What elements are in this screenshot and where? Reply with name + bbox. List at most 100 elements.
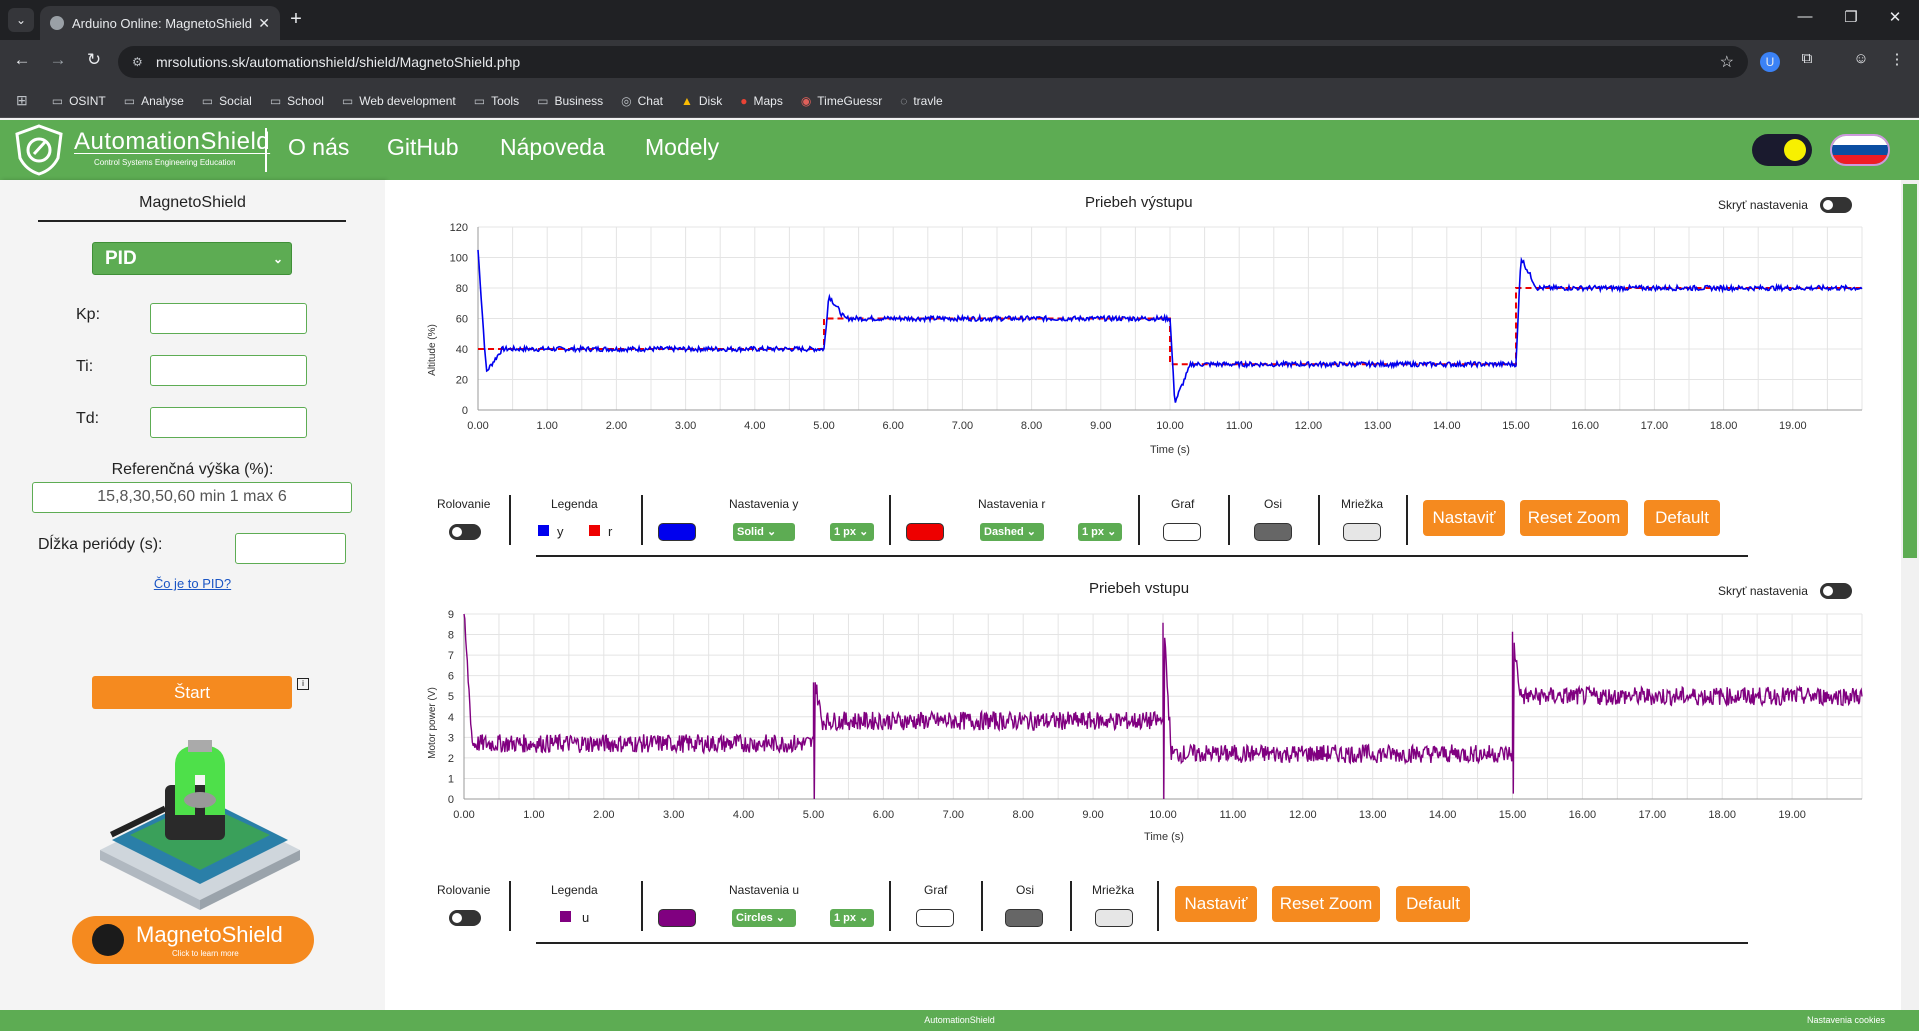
c2-rolovanie-label: Rolovanie [437, 883, 491, 897]
browser-tab[interactable]: Arduino Online: MagnetoShield ✕ [40, 6, 280, 40]
footer-center-text[interactable]: AutomationShield [0, 1015, 1919, 1025]
nav-napoveda[interactable]: Nápoveda [500, 134, 605, 161]
c2-xtick-label: 8.00 [1012, 809, 1033, 821]
u-width-select[interactable]: 1 px ⌄ [830, 909, 874, 927]
legend-y-swatch[interactable] [538, 525, 549, 536]
c1-xtick-label: 11.00 [1226, 420, 1253, 432]
automationshield-logo-icon[interactable] [14, 124, 64, 176]
u-style-select[interactable]: Circles ⌄ [732, 909, 796, 927]
more-menu-icon[interactable]: ⋮ [1886, 50, 1908, 72]
ti-input[interactable] [150, 355, 307, 386]
apps-grid-icon[interactable]: ⊞ [16, 92, 28, 109]
cookie-settings-link[interactable]: Nastavenia cookies [1807, 1015, 1885, 1025]
site-info-icon[interactable]: ⚙ [132, 55, 146, 69]
c2-ytick-label: 8 [448, 630, 454, 642]
c2-osi-color-picker[interactable] [1005, 909, 1043, 927]
legend-u-swatch[interactable] [560, 911, 571, 922]
start-button[interactable]: Štart [92, 676, 292, 709]
bookmark-disk[interactable]: ▲ Disk [681, 94, 722, 108]
bookmark-analyse[interactable]: ▭ Analyse [124, 94, 184, 108]
forward-icon[interactable]: → [46, 50, 70, 70]
r-width-select[interactable]: 1 px ⌄ [1078, 523, 1122, 541]
output-chart[interactable]: 0 20 40 60 80 100 120 0.00 1.00 2.00 3.00 4.00 5.00 6… [420, 215, 1870, 465]
bookmark-timeguessr[interactable]: ◉ TimeGuessr [801, 94, 882, 108]
c2-osi-label: Osi [1016, 883, 1034, 897]
c1-osi-label: Osi [1264, 497, 1282, 511]
bookmark-travle[interactable]: ◌ travle [900, 94, 942, 108]
bookmark-business[interactable]: ▭ Business [537, 94, 603, 108]
minimize-icon[interactable]: — [1790, 8, 1820, 25]
logo-text[interactable]: AutomationShield Control Systems Enginee… [74, 128, 270, 167]
nav-o-nas[interactable]: O nás [288, 134, 349, 161]
c2-nastavit-button[interactable]: Nastaviť [1175, 886, 1257, 922]
nav-github[interactable]: GitHub [387, 134, 459, 161]
url-input[interactable]: ⚙ mrsolutions.sk/automationshield/shield… [118, 46, 1748, 78]
chat-icon: ◎ [621, 93, 632, 108]
c1-divider-4 [1138, 495, 1140, 545]
c2-legenda-label: Legenda [551, 883, 598, 897]
c2-graf-color-picker[interactable] [916, 909, 954, 927]
bookmark-chat[interactable]: ◎ Chat [621, 94, 663, 108]
nav-modely[interactable]: Modely [645, 134, 719, 161]
tab-search-icon[interactable]: ⌄ [8, 8, 34, 32]
c1-xtick-label: 19.00 [1779, 420, 1807, 432]
c1-default-button[interactable]: Default [1644, 500, 1720, 536]
bookmark-maps[interactable]: ● Maps [740, 94, 783, 108]
extensions-icon[interactable]: ⧉ [1796, 50, 1818, 72]
c2-xtick-label: 11.00 [1220, 809, 1247, 821]
github-button-subtext: Click to learn more [172, 949, 239, 958]
input-chart[interactable]: 0 1 2 3 4 5 6 7 8 9 0.00 1.00 2.00 3.00 4.00 5.00 6.00 7.… [420, 600, 1870, 850]
bookmark-star-icon[interactable]: ☆ [1720, 52, 1734, 72]
c1-mriezka-color-picker[interactable] [1343, 523, 1381, 541]
c1-graf-color-picker[interactable] [1163, 523, 1201, 541]
close-tab-icon[interactable]: ✕ [258, 15, 270, 32]
chart2-hide-settings-toggle[interactable] [1820, 583, 1852, 599]
c2-xtick-label: 2.00 [593, 809, 614, 821]
magnetoshield-github-button[interactable]: MagnetoShield Click to learn more [72, 916, 314, 964]
controller-select[interactable]: PID ⌄ [92, 242, 292, 275]
c2-reset-zoom-button[interactable]: Reset Zoom [1272, 886, 1380, 922]
c2-rolovanie-toggle[interactable] [449, 910, 481, 926]
profile-icon[interactable]: ☺ [1850, 50, 1872, 72]
c1-graf-label: Graf [1171, 497, 1195, 511]
scrollbar-thumb[interactable] [1903, 184, 1917, 558]
kp-input[interactable] [150, 303, 307, 334]
c2-default-button[interactable]: Default [1396, 886, 1470, 922]
bookmark-web-development[interactable]: ▭ Web development [342, 94, 456, 108]
url-text: mrsolutions.sk/automationshield/shield/M… [156, 54, 521, 70]
reference-input[interactable]: 15,8,30,50,60 min 1 max 6 [32, 482, 352, 513]
r-style-select[interactable]: Dashed ⌄ [980, 523, 1044, 541]
c1-osi-color-picker[interactable] [1254, 523, 1292, 541]
new-tab-icon[interactable]: + [284, 8, 308, 31]
bookmark-tools[interactable]: ▭ Tools [474, 94, 519, 108]
bookmark-osint[interactable]: ▭ OSINT [52, 94, 106, 108]
theme-toggle[interactable] [1752, 134, 1812, 166]
y-style-select[interactable]: Solid ⌄ [733, 523, 795, 541]
bitwarden-icon[interactable]: U [1760, 52, 1780, 72]
close-window-icon[interactable]: ✕ [1880, 8, 1910, 26]
period-input[interactable] [235, 533, 346, 564]
slovak-flag-icon[interactable] [1830, 134, 1890, 166]
bookmark-school[interactable]: ▭ School [270, 94, 324, 108]
c1-divider-7 [1406, 495, 1408, 545]
c1-rolovanie-toggle[interactable] [449, 524, 481, 540]
chart1-hide-settings-toggle[interactable] [1820, 197, 1852, 213]
r-color-picker[interactable] [906, 523, 944, 541]
y-width-select[interactable]: 1 px ⌄ [830, 523, 874, 541]
legend-r-swatch[interactable] [589, 525, 600, 536]
c1-legenda-label: Legenda [551, 497, 598, 511]
chart1-ylabel: Altitude (%) [427, 324, 438, 376]
td-input[interactable] [150, 407, 307, 438]
info-icon[interactable]: i [297, 678, 309, 690]
c2-mriezka-color-picker[interactable] [1095, 909, 1133, 927]
u-color-picker[interactable] [658, 909, 696, 927]
c1-nastavit-button[interactable]: Nastaviť [1423, 500, 1505, 536]
restore-icon[interactable]: ❐ [1836, 8, 1866, 26]
back-icon[interactable]: ← [10, 50, 34, 70]
c2-xtick-label: 19.00 [1778, 809, 1806, 821]
c1-reset-zoom-button[interactable]: Reset Zoom [1520, 500, 1628, 536]
y-color-picker[interactable] [658, 523, 696, 541]
reload-icon[interactable]: ↻ [82, 50, 106, 70]
bookmark-social[interactable]: ▭ Social [202, 94, 252, 108]
pid-help-link[interactable]: Čo je to PID? [0, 576, 385, 591]
